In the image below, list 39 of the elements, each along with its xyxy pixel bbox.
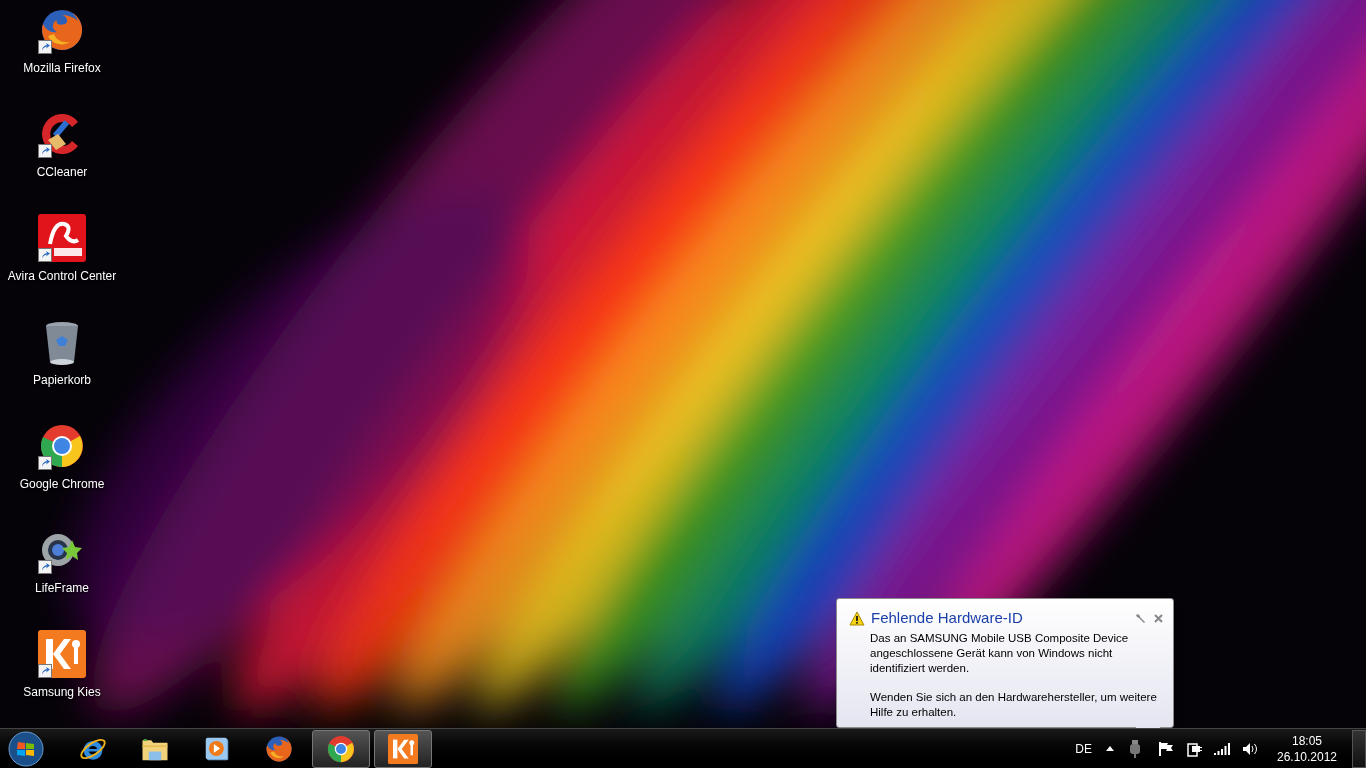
kies-icon [38, 630, 86, 678]
usb-plug-icon[interactable] [1130, 739, 1140, 758]
shortcut-label: LifeFrame [35, 580, 89, 597]
start-button[interactable] [6, 730, 46, 767]
clock-time: 18:05 [1292, 732, 1322, 749]
language-indicator[interactable]: DE [1075, 739, 1092, 758]
clock-date: 26.10.2012 [1276, 748, 1338, 765]
shortcut-label: Avira Control Center [7, 268, 117, 285]
show-desktop-button[interactable] [1352, 729, 1366, 768]
notification-text: Wenden Sie sich an den Hardwarehersteller, um weitere Hilfe zu erhalten. [870, 689, 1158, 720]
shortcut-label: Papierkorb [33, 372, 91, 389]
close-icon[interactable] [1154, 613, 1163, 623]
taskbar-button[interactable] [312, 729, 370, 768]
notification-text: Das an SAMSUNG Mobile USB Composite Device angeschlossene Gerät kann von Windows nicht identifiziert werden. [870, 630, 1130, 676]
shortcut-label: Google Chrome [19, 476, 105, 493]
power-plug-icon[interactable] [1186, 740, 1202, 757]
chrome-icon [326, 733, 356, 764]
chrome-icon [38, 422, 86, 470]
desktop-shortcut[interactable]: CCleaner [0, 110, 124, 192]
desktop-shortcut[interactable]: Papierkorb [0, 318, 124, 400]
show-hidden-icons-icon[interactable] [1106, 746, 1114, 751]
kies-icon [388, 733, 418, 764]
notification-title: Fehlende Hardware-ID [871, 608, 1023, 628]
avira-icon [38, 214, 86, 262]
desktop-shortcut[interactable]: Samsung Kies [0, 630, 124, 712]
volume-icon[interactable] [1242, 741, 1258, 756]
desktop-shortcut[interactable]: Mozilla Firefox [0, 6, 124, 88]
shortcut-label: CCleaner [36, 164, 88, 181]
warning-icon [849, 610, 865, 626]
signal-strength-icon[interactable] [1214, 742, 1230, 755]
shortcut-label: Samsung Kies [23, 684, 101, 701]
desktop-shortcut[interactable]: LifeFrame [0, 526, 124, 608]
flag-icon[interactable] [1158, 740, 1174, 757]
desktop-shortcut[interactable]: Avira Control Center [0, 214, 124, 296]
clock[interactable]: 18:05 26.10.2012 [1272, 732, 1342, 765]
shortcut-label: Mozilla Firefox [23, 60, 101, 77]
desktop-shortcut[interactable]: Google Chrome [0, 422, 124, 504]
taskbar-button[interactable] [374, 729, 432, 768]
wrench-icon[interactable] [1135, 612, 1146, 624]
